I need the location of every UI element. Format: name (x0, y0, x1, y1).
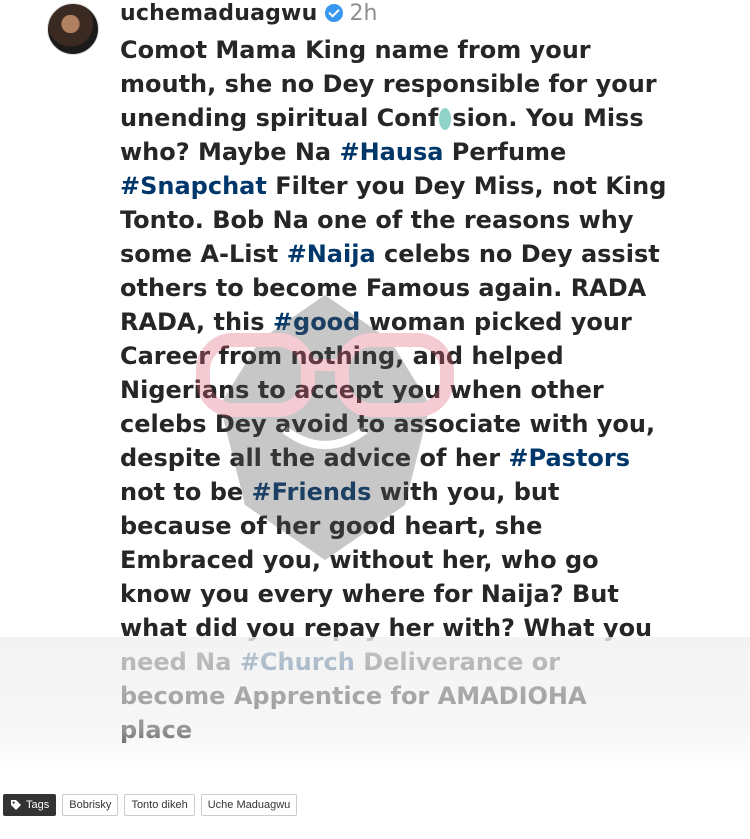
tag-uche-maduagwu[interactable]: Uche Maduagwu (200, 794, 298, 816)
hashtag-link[interactable]: #Hausa (339, 138, 443, 166)
hashtag-link[interactable]: #Snapchat (120, 172, 267, 200)
verified-badge-icon (325, 4, 344, 22)
caption-text: need Na (120, 648, 240, 676)
hashtag-link[interactable]: #Church (240, 648, 355, 676)
image-artifact (439, 108, 452, 130)
caption-line: Tonto. Bob Na one of the reasons why (120, 203, 720, 237)
caption-text: who? Maybe Na (120, 138, 340, 166)
caption-text: celebs no Dey assist (375, 240, 660, 268)
caption-line: mouth, she no Dey responsible for your (120, 67, 720, 101)
instagram-post-screenshot: uchemaduagwu 2h Comot Mama King name fro… (0, 0, 750, 770)
caption-text: Deliverance or (354, 648, 561, 676)
caption-line: who? Maybe Na #Hausa Perfume (120, 135, 720, 169)
hashtag-link[interactable]: #good (273, 308, 360, 336)
caption-line: others to become Famous again. RADA (120, 271, 720, 305)
caption-text: others to become Famous again. RADA (120, 274, 647, 302)
caption-line: #Snapchat Filter you Dey Miss, not King (120, 169, 720, 203)
caption-text: mouth, she no Dey responsible for your (120, 70, 657, 98)
caption-text: Perfume (443, 138, 567, 166)
caption-line: Nigerians to accept you when other (120, 373, 720, 407)
caption-line: Career from nothing, and helped (120, 339, 720, 373)
caption-line: need Na #Church Deliverance or (120, 645, 720, 679)
caption-line: what did you repay her with? What you (120, 611, 720, 645)
caption-text: woman picked your (360, 308, 632, 336)
caption-line: Comot Mama King name from your (120, 33, 720, 67)
post-timestamp: 2h (349, 0, 378, 26)
tag-tonto-dikeh[interactable]: Tonto dikeh (124, 794, 195, 816)
tags-label: Tags (3, 794, 57, 816)
caption-text: what did you repay her with? What you (120, 614, 653, 642)
caption-line: place (120, 713, 720, 747)
post-caption: Comot Mama King name from your mouth, sh… (120, 33, 720, 747)
caption-line: unending spiritual Conf sion. You Miss (120, 101, 720, 135)
caption-line: RADA, this #good woman picked your (120, 305, 720, 339)
tag-icon (11, 800, 21, 810)
caption-text: Nigerians to accept you when other (120, 376, 604, 404)
caption-text: Filter you Dey Miss, not King (266, 172, 667, 200)
caption-text: despite all the advice of her (120, 444, 509, 472)
hashtag-link[interactable]: #Pastors (508, 444, 630, 472)
tags-label-text: Tags (26, 799, 50, 811)
caption-text: some A-List (120, 240, 287, 268)
caption-text: Comot Mama King name from your (120, 36, 591, 64)
hashtag-link[interactable]: #Naija (287, 240, 376, 268)
tag-bobrisky[interactable]: Bobrisky (62, 794, 119, 816)
caption-text: celebs Dey avoid to associate with you, (120, 410, 656, 438)
caption-text: know you every where for Naija? But (120, 580, 619, 608)
avatar[interactable] (47, 3, 99, 55)
caption-text: unending spiritual Conf (120, 104, 439, 132)
caption-line: become Apprentice for AMADIOHA (120, 679, 720, 713)
hashtag-link[interactable]: #Friends (252, 478, 372, 506)
caption-line: because of her good heart, she (120, 509, 720, 543)
caption-text: sion. You Miss (452, 104, 644, 132)
caption-line: celebs Dey avoid to associate with you, (120, 407, 720, 441)
caption-text: not to be (120, 478, 252, 506)
caption-text: Career from nothing, and helped (120, 342, 564, 370)
caption-text: become Apprentice for AMADIOHA (120, 682, 587, 710)
caption-text: place (120, 716, 193, 744)
post-header: uchemaduagwu 2h (120, 0, 377, 26)
caption-text: with you, but (371, 478, 560, 506)
caption-text: Tonto. Bob Na one of the reasons why (120, 206, 634, 234)
caption-text: RADA, this (120, 308, 273, 336)
caption-line: despite all the advice of her #Pastors (120, 441, 720, 475)
caption-line: not to be #Friends with you, but (120, 475, 720, 509)
tags-bar: Tags Bobrisky Tonto dikeh Uche Maduagwu (3, 794, 298, 816)
caption-line: Embraced you, without her, who go (120, 543, 720, 577)
caption-text: Embraced you, without her, who go (120, 546, 599, 574)
username-link[interactable]: uchemaduagwu (120, 1, 317, 26)
caption-text: because of her good heart, she (120, 512, 543, 540)
caption-line: know you every where for Naija? But (120, 577, 720, 611)
caption-line: some A-List #Naija celebs no Dey assist (120, 237, 720, 271)
